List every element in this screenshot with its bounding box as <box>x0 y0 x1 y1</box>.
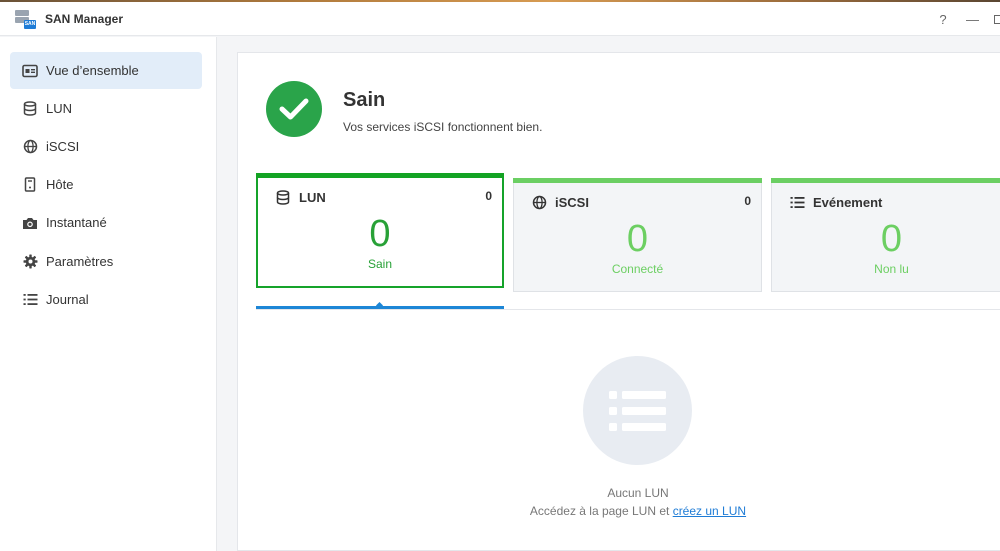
database-icon <box>22 101 38 117</box>
sidebar-item-label: Journal <box>46 292 89 307</box>
card-value: 0 <box>626 218 649 260</box>
card-value: 0 <box>369 213 391 255</box>
status-title: Sain <box>343 89 386 111</box>
app-title: SAN Manager <box>45 11 124 26</box>
camera-icon <box>22 215 38 231</box>
sidebar-item-label: Paramètres <box>46 254 114 269</box>
card-status-bar <box>513 178 762 183</box>
sidebar-item-host[interactable]: Hôte <box>10 166 202 203</box>
status-subtitle: Vos services iSCSI fonctionnent bien. <box>343 120 543 134</box>
list-icon <box>22 292 38 308</box>
card-title: LUN <box>299 189 326 205</box>
lun-summary-card[interactable]: LUN 0 0 Sain <box>256 173 504 288</box>
card-header: LUN <box>275 189 326 205</box>
window-controls: ? — <box>938 2 1000 36</box>
host-icon <box>22 177 38 193</box>
sidebar-item-snapshot[interactable]: Instantané <box>10 204 202 241</box>
sidebar-item-label: Vue d’ensemble <box>46 63 139 78</box>
database-icon <box>275 189 291 205</box>
sidebar-item-iscsi[interactable]: iSCSI <box>10 128 202 165</box>
help-button[interactable]: ? <box>938 12 948 27</box>
card-value: 0 <box>880 218 903 260</box>
sidebar-item-label: Instantané <box>46 215 107 230</box>
healthy-status-icon <box>266 81 322 137</box>
card-status-bar <box>771 178 1000 183</box>
sidebar: Vue d’ensemble LUN iSCSI Hôte Instantané… <box>0 37 217 551</box>
tab-divider <box>256 309 1000 310</box>
globe-icon <box>531 194 547 210</box>
gear-icon <box>22 254 38 270</box>
san-manager-icon: SAN <box>14 8 36 30</box>
iscsi-summary-card[interactable]: iSCSI 0 0 Connecté <box>513 178 762 292</box>
empty-state-title: Aucun LUN <box>607 486 669 500</box>
title-bar: SAN SAN Manager ? — <box>0 2 1000 36</box>
sidebar-item-label: LUN <box>46 101 73 116</box>
card-title: iSCSI <box>555 194 589 210</box>
empty-list-icon <box>609 391 666 431</box>
empty-state-message: Accédez à la page LUN et créez un LUN <box>529 504 747 518</box>
card-header: Evénement <box>789 194 882 210</box>
globe-icon <box>22 139 38 155</box>
sidebar-item-label: Hôte <box>46 177 74 192</box>
sidebar-item-lun[interactable]: LUN <box>10 90 202 127</box>
create-lun-link[interactable]: créez un LUN <box>673 504 746 518</box>
card-count: 0 <box>485 189 492 203</box>
sidebar-item-log[interactable]: Journal <box>10 281 202 318</box>
card-header: iSCSI <box>531 194 589 210</box>
card-status-label: Connecté <box>611 262 664 276</box>
event-summary-card[interactable]: Evénement 0 Non lu <box>771 178 1000 292</box>
card-count: 0 <box>744 194 751 208</box>
overview-icon <box>22 63 38 79</box>
card-status-label: Non lu <box>874 262 909 276</box>
card-status-bar <box>256 173 504 178</box>
sidebar-item-overview[interactable]: Vue d’ensemble <box>10 52 202 89</box>
card-title: Evénement <box>813 194 883 210</box>
minimize-button[interactable]: — <box>966 12 979 27</box>
list-icon <box>789 194 805 210</box>
empty-state-illustration <box>583 356 692 465</box>
sidebar-item-label: iSCSI <box>46 139 80 154</box>
sidebar-item-settings[interactable]: Paramètres <box>10 243 202 280</box>
card-status-label: Sain <box>367 257 393 271</box>
overview-panel: Sain Vos services iSCSI fonctionnent bie… <box>237 52 1000 551</box>
maximize-button[interactable] <box>994 14 1000 24</box>
